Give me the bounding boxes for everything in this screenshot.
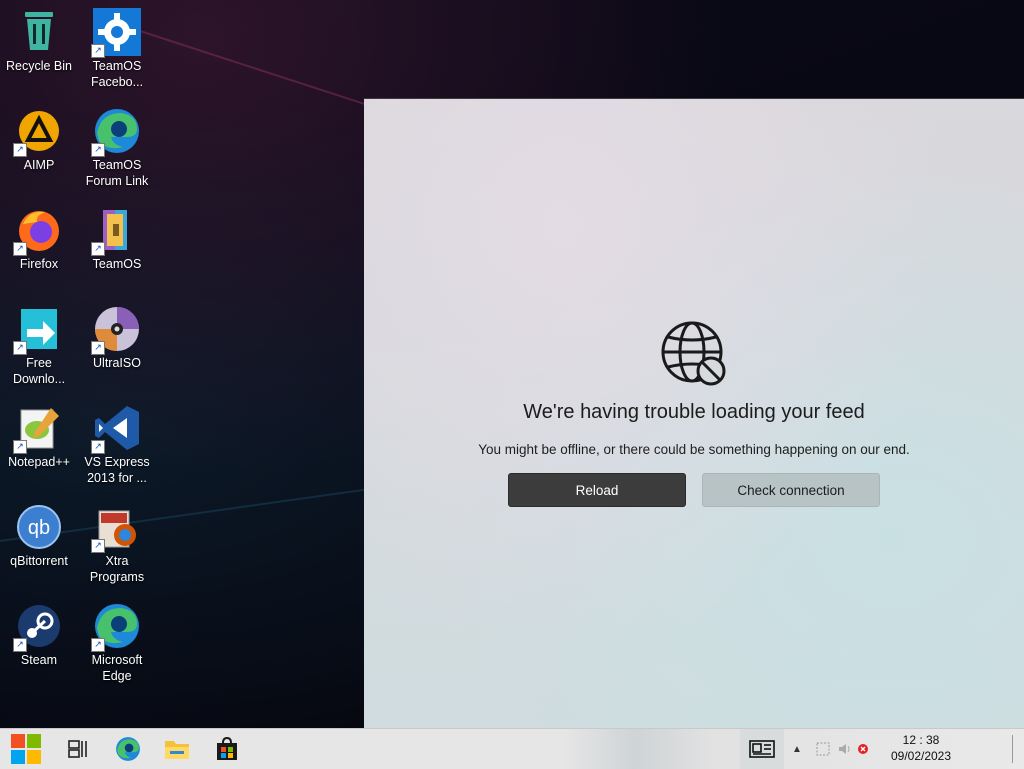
- desktop-icon-label: Recycle Bin: [6, 59, 72, 73]
- news-widget-button[interactable]: [740, 729, 784, 769]
- shortcut-arrow-icon: ↗: [13, 440, 27, 454]
- qbittorrent-icon: qb: [15, 503, 63, 551]
- error-actions: Reload Check connection: [364, 473, 1024, 507]
- edge-icon: ↗: [91, 107, 141, 157]
- taskbar-clock[interactable]: 12 : 38 09/02/2023: [880, 732, 962, 764]
- desktop-icon-label: Steam: [20, 653, 58, 667]
- shortcut-arrow-icon: ↗: [91, 341, 105, 355]
- disc-icon: ↗: [91, 305, 141, 355]
- visual-studio-icon: ↗: [91, 404, 141, 454]
- network-icon[interactable]: [812, 742, 834, 756]
- desktop-icon-label: TeamOS Facebo...: [90, 59, 144, 89]
- clock-date: 09/02/2023: [890, 749, 952, 763]
- shortcut-arrow-icon: ↗: [91, 143, 105, 157]
- wallpaper-streak: [139, 30, 369, 107]
- system-tray: ▲: [790, 729, 870, 769]
- error-title: We're having trouble loading your feed: [523, 401, 865, 423]
- start-button[interactable]: [10, 733, 42, 765]
- shortcut-arrow-icon: ↗: [91, 539, 105, 553]
- steam-icon: ↗: [13, 602, 63, 652]
- news-icon: [749, 740, 775, 758]
- reload-button[interactable]: Reload: [508, 473, 686, 507]
- desktop-icon-label: Microsoft Edge: [91, 653, 143, 683]
- desktop-icon-notepad-plus-plus[interactable]: ↗ Notepad++: [0, 404, 78, 470]
- desktop-icon-firefox[interactable]: ↗ Firefox: [0, 206, 78, 272]
- desktop-icon-label: qBittorrent: [10, 554, 68, 568]
- desktop-icon-label: UltraISO: [93, 356, 141, 370]
- taskbar-store-button[interactable]: [211, 733, 243, 765]
- desktop-icon-label: VS Express 2013 for ...: [84, 455, 150, 485]
- desktop-icon-label: AIMP: [23, 158, 55, 172]
- desktop-icon-vs-express[interactable]: ↗ VS Express 2013 for ...: [78, 404, 156, 486]
- shortcut-arrow-icon: ↗: [13, 242, 27, 256]
- gear-icon: ↗: [91, 8, 141, 58]
- shortcut-arrow-icon: ↗: [91, 44, 105, 58]
- task-view-button[interactable]: [62, 733, 94, 765]
- show-hidden-icons-chevron-up-icon[interactable]: ▲: [790, 744, 804, 755]
- xtra-programs-icon: ↗: [91, 503, 141, 553]
- download-manager-icon: ↗: [13, 305, 63, 355]
- desktop-icon-qbittorrent[interactable]: qb qBittorrent: [0, 503, 78, 569]
- desktop-icon-label: TeamOS Forum Link: [85, 158, 149, 188]
- show-desktop-button[interactable]: [1012, 735, 1021, 763]
- desktop-icon-ultraiso[interactable]: ↗ UltraISO: [78, 305, 156, 371]
- feed-error-message: We're having trouble loading your feed Y…: [364, 321, 1024, 507]
- desktop-icon-label: Notepad++: [8, 455, 70, 469]
- security-alert-icon[interactable]: [856, 744, 870, 754]
- desktop-icon-label: Firefox: [19, 257, 59, 271]
- file-explorer-icon: [165, 741, 189, 759]
- widgets-panel: We're having trouble loading your feed Y…: [364, 98, 1024, 729]
- volume-icon[interactable]: [834, 742, 856, 756]
- taskbar: ▲ 12 : 38 09/02/2023: [0, 728, 1024, 769]
- aimp-icon: ↗: [13, 107, 63, 157]
- notepad-plus-plus-icon: ↗: [13, 404, 63, 454]
- error-subtitle: You might be offline, or there could be …: [478, 442, 910, 457]
- clock-time: 12 : 38: [902, 733, 940, 747]
- desktop-icon-label: Free Downlo...: [12, 356, 66, 386]
- shortcut-arrow-icon: ↗: [91, 638, 105, 652]
- store-icon: [217, 737, 237, 760]
- shortcut-arrow-icon: ↗: [13, 638, 27, 652]
- taskbar-file-explorer-button[interactable]: [161, 733, 193, 765]
- desktop-icon-aimp[interactable]: ↗ AIMP: [0, 107, 78, 173]
- desktop-icon-recycle-bin[interactable]: Recycle Bin: [0, 8, 78, 74]
- desktop-icon-teamos-forum-link[interactable]: ↗ TeamOS Forum Link: [78, 107, 156, 189]
- shortcut-arrow-icon: ↗: [13, 143, 27, 157]
- taskbar-edge-button[interactable]: [112, 733, 144, 765]
- desktop-icon-microsoft-edge[interactable]: ↗ Microsoft Edge: [78, 602, 156, 684]
- shortcut-arrow-icon: ↗: [13, 341, 27, 355]
- desktop-icon-label: TeamOS: [92, 257, 142, 271]
- shortcut-arrow-icon: ↗: [91, 440, 105, 454]
- edge-icon: [116, 737, 140, 761]
- desktop-icon-teamos-facebook[interactable]: ↗ TeamOS Facebo...: [78, 8, 156, 90]
- winrar-icon: ↗: [91, 206, 141, 256]
- check-connection-button[interactable]: Check connection: [702, 473, 880, 507]
- desktop-icon-steam[interactable]: ↗ Steam: [0, 602, 78, 668]
- desktop-icon-teamos[interactable]: ↗ TeamOS: [78, 206, 156, 272]
- desktop-icon-xtra-programs[interactable]: ↗ Xtra Programs: [78, 503, 156, 585]
- shortcut-arrow-icon: ↗: [91, 242, 105, 256]
- firefox-icon: ↗: [13, 206, 63, 256]
- globe-blocked-icon: [661, 321, 726, 386]
- svg-text:qb: qb: [28, 517, 50, 539]
- desktop-icon-label: Xtra Programs: [89, 554, 145, 584]
- task-view-icon: [68, 740, 87, 758]
- start-icon: [11, 734, 41, 764]
- desktop-icon-free-download-manager[interactable]: ↗ Free Downlo...: [0, 305, 78, 387]
- recycle-bin-icon: [15, 8, 63, 56]
- edge-icon: ↗: [91, 602, 141, 652]
